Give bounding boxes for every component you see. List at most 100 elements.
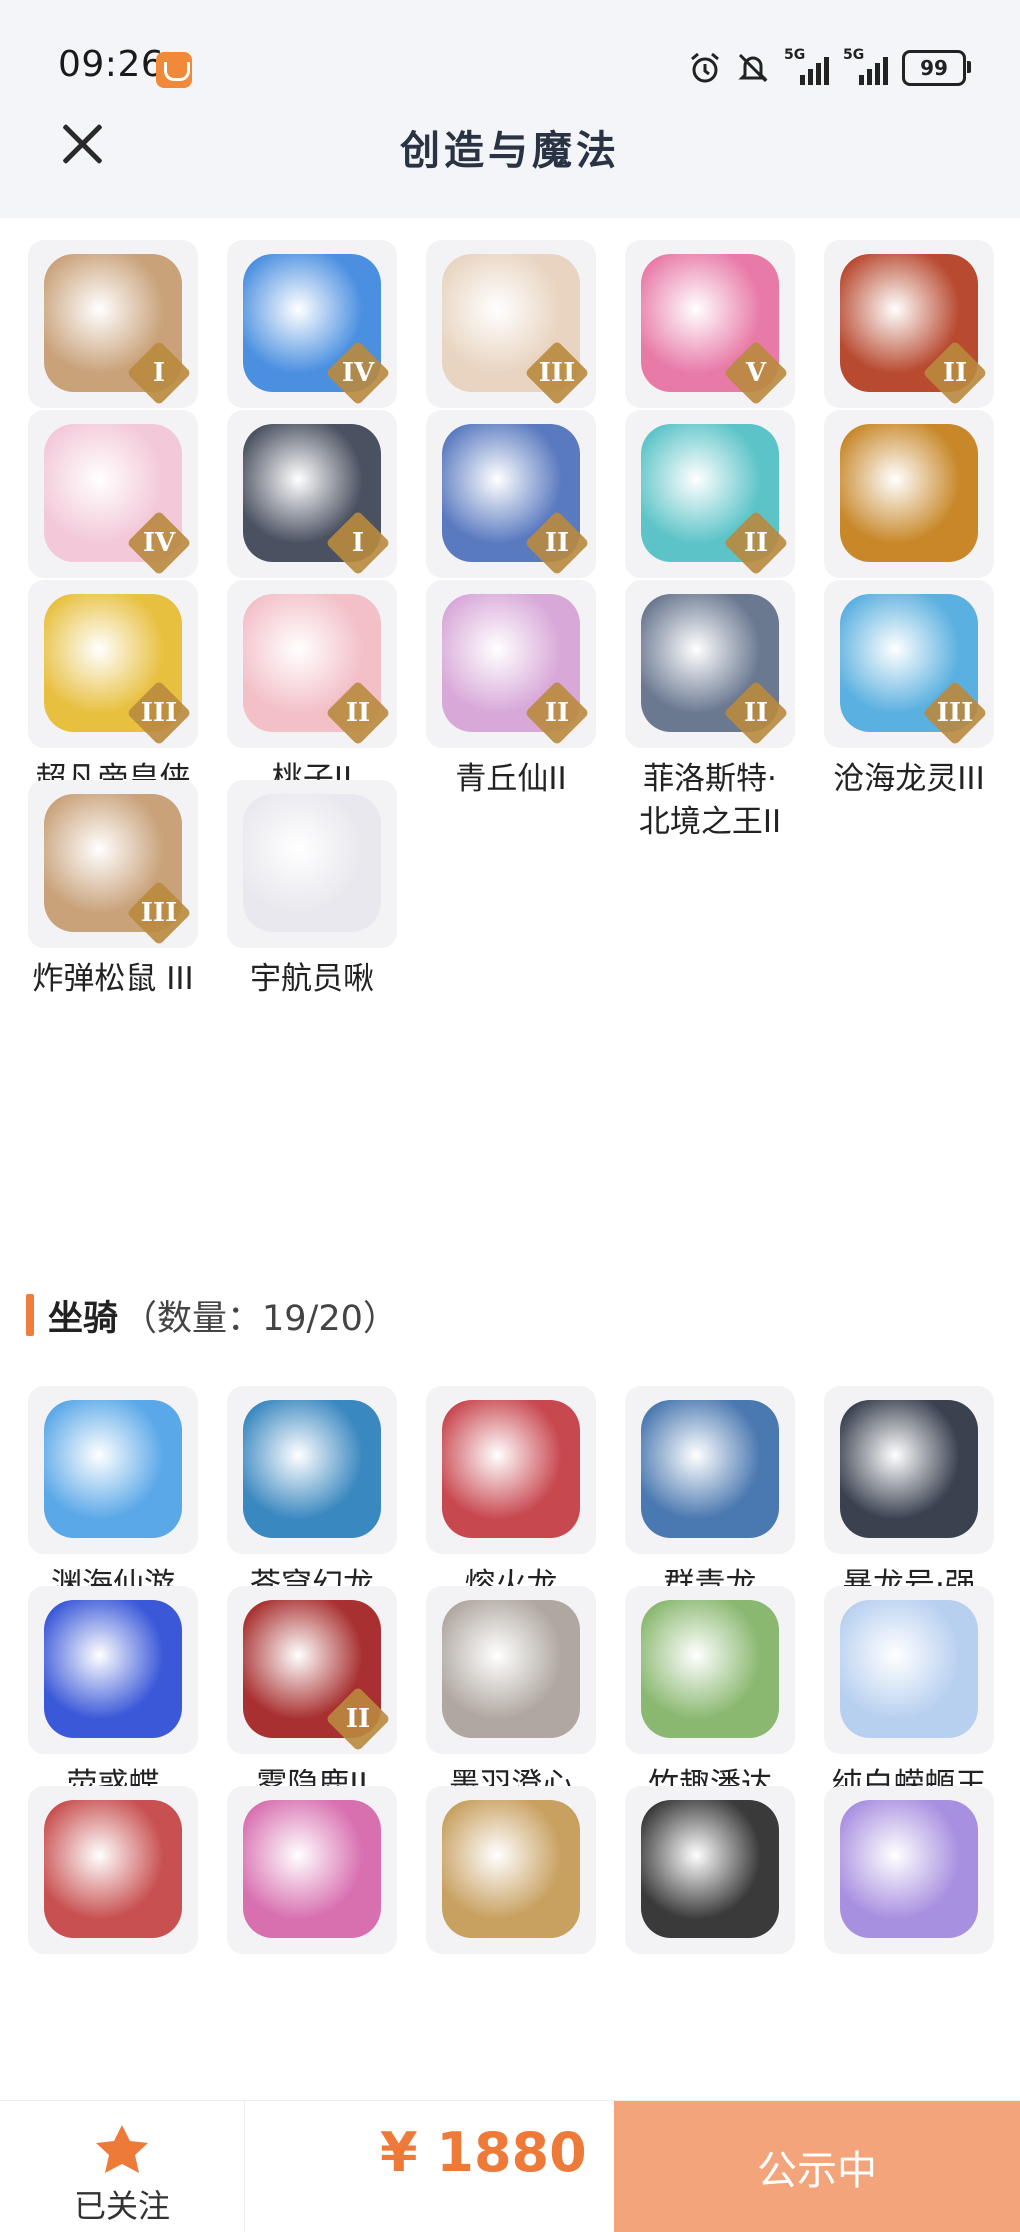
mount-card[interactable]: [398, 1786, 596, 2026]
tier-badge-text: II: [544, 528, 570, 558]
status-icons: 5G 5G 99: [688, 47, 971, 88]
card-thumbnail: [426, 1786, 596, 1954]
tier-badge-text: V: [745, 358, 767, 388]
card-thumbnail: II: [824, 240, 994, 408]
character-image: [840, 1600, 978, 1738]
character-image: [442, 1400, 580, 1538]
signal-icon: 5G: [784, 47, 829, 85]
card-thumbnail: [625, 1586, 795, 1754]
card-thumbnail: III: [28, 580, 198, 748]
mount-card[interactable]: [597, 1786, 795, 2026]
tier-badge-text: I: [351, 528, 365, 558]
pet-card[interactable]: III 沧海龙灵III: [796, 580, 994, 820]
card-thumbnail: [227, 1786, 397, 1954]
card-thumbnail: [824, 1786, 994, 1954]
character-image: [840, 1800, 978, 1938]
mount-card[interactable]: [796, 1786, 994, 2026]
card-thumbnail: V: [625, 240, 795, 408]
character-image: [44, 1800, 182, 1938]
character-image: [243, 1400, 381, 1538]
card-thumbnail: [625, 1786, 795, 1954]
signal-label: 5G: [784, 47, 806, 63]
character-image: [442, 1800, 580, 1938]
tier-badge-text: III: [936, 698, 974, 728]
card-thumbnail: [824, 1386, 994, 1554]
card-thumbnail: II: [227, 580, 397, 748]
tier-badge-text: I: [152, 358, 166, 388]
tier-badge-text: II: [743, 528, 769, 558]
card-thumbnail: [426, 1386, 596, 1554]
character-image: [44, 1400, 182, 1538]
card-thumbnail: [824, 410, 994, 578]
card-thumbnail: III: [426, 240, 596, 408]
card-thumbnail: IV: [227, 240, 397, 408]
card-name: 菲洛斯特· 北境之王II: [638, 761, 782, 840]
battery-icon: 99: [902, 50, 971, 86]
tier-badge-text: III: [140, 698, 178, 728]
character-image: [243, 794, 381, 932]
card-thumbnail: III: [824, 580, 994, 748]
card-name: 沧海龙灵III: [833, 761, 985, 797]
app-notification-icon: [156, 52, 192, 88]
card-thumbnail: II: [625, 580, 795, 748]
character-image: [840, 1400, 978, 1538]
bottom-bar: 已关注 ¥ 1880 公示中: [0, 2100, 1020, 2232]
card-name: 宇航员啾: [250, 961, 374, 997]
section-title: 坐骑: [48, 1298, 119, 1339]
card-thumbnail: [227, 1386, 397, 1554]
tier-badge-text: IV: [142, 528, 176, 558]
card-thumbnail: II: [426, 410, 596, 578]
price: ¥ 1880: [380, 2121, 587, 2184]
mount-card[interactable]: [199, 1786, 397, 2026]
mount-card[interactable]: [0, 1786, 198, 2026]
card-thumbnail: [28, 1786, 198, 1954]
status-button[interactable]: 公示中: [614, 2101, 1020, 2232]
status-time: 09:26: [58, 44, 165, 85]
tier-badge-text: II: [942, 358, 968, 388]
character-image: [840, 424, 978, 562]
page-title: 创造与魔法: [400, 127, 620, 174]
pet-card[interactable]: 宇航员啾: [199, 780, 397, 1020]
card-thumbnail: I: [28, 240, 198, 408]
mute-bell-icon: [736, 51, 770, 85]
card-thumbnail: [824, 1586, 994, 1754]
follow-button[interactable]: 已关注: [0, 2101, 245, 2232]
pet-card[interactable]: II 青丘仙II: [398, 580, 596, 820]
character-image: [641, 1800, 779, 1938]
pet-card[interactable]: II 菲洛斯特· 北境之王II: [597, 580, 795, 840]
card-thumbnail: II: [625, 410, 795, 578]
tier-badge-text: III: [538, 358, 576, 388]
follow-label: 已关注: [73, 2187, 170, 2225]
card-thumbnail: II: [227, 1586, 397, 1754]
card-name: 炸弹松鼠 III: [32, 961, 194, 997]
section-count: （数量：19/20）: [122, 1298, 398, 1339]
card-thumbnail: [227, 780, 397, 948]
card-thumbnail: [426, 1586, 596, 1754]
signal-icon-2: 5G: [843, 47, 888, 85]
card-thumbnail: [28, 1586, 198, 1754]
tier-badge-text: III: [140, 898, 178, 928]
card-thumbnail: I: [227, 410, 397, 578]
tier-badge-text: II: [345, 698, 371, 728]
card-thumbnail: II: [426, 580, 596, 748]
alarm-icon: [688, 51, 722, 85]
card-name: 青丘仙II: [455, 761, 567, 797]
card-thumbnail: [28, 1386, 198, 1554]
pet-card[interactable]: III 炸弹松鼠 III: [0, 780, 198, 1020]
character-image: [44, 1600, 182, 1738]
mounts-section-header: 坐骑 （数量：19/20）: [26, 1292, 398, 1339]
signal-label-2: 5G: [843, 47, 865, 63]
card-thumbnail: III: [28, 780, 198, 948]
tier-badge-text: II: [743, 698, 769, 728]
header: 09:26 5G 5G 99 创造与魔法: [0, 0, 1020, 218]
character-image: [243, 1800, 381, 1938]
tier-badge-text: IV: [341, 358, 375, 388]
star-icon: [96, 2125, 148, 2173]
section-accent-bar: [26, 1294, 34, 1336]
card-thumbnail: IV: [28, 410, 198, 578]
character-image: [442, 1600, 580, 1738]
tier-badge-text: II: [345, 1704, 371, 1734]
character-image: [641, 1400, 779, 1538]
card-thumbnail: [625, 1386, 795, 1554]
tier-badge-text: II: [544, 698, 570, 728]
